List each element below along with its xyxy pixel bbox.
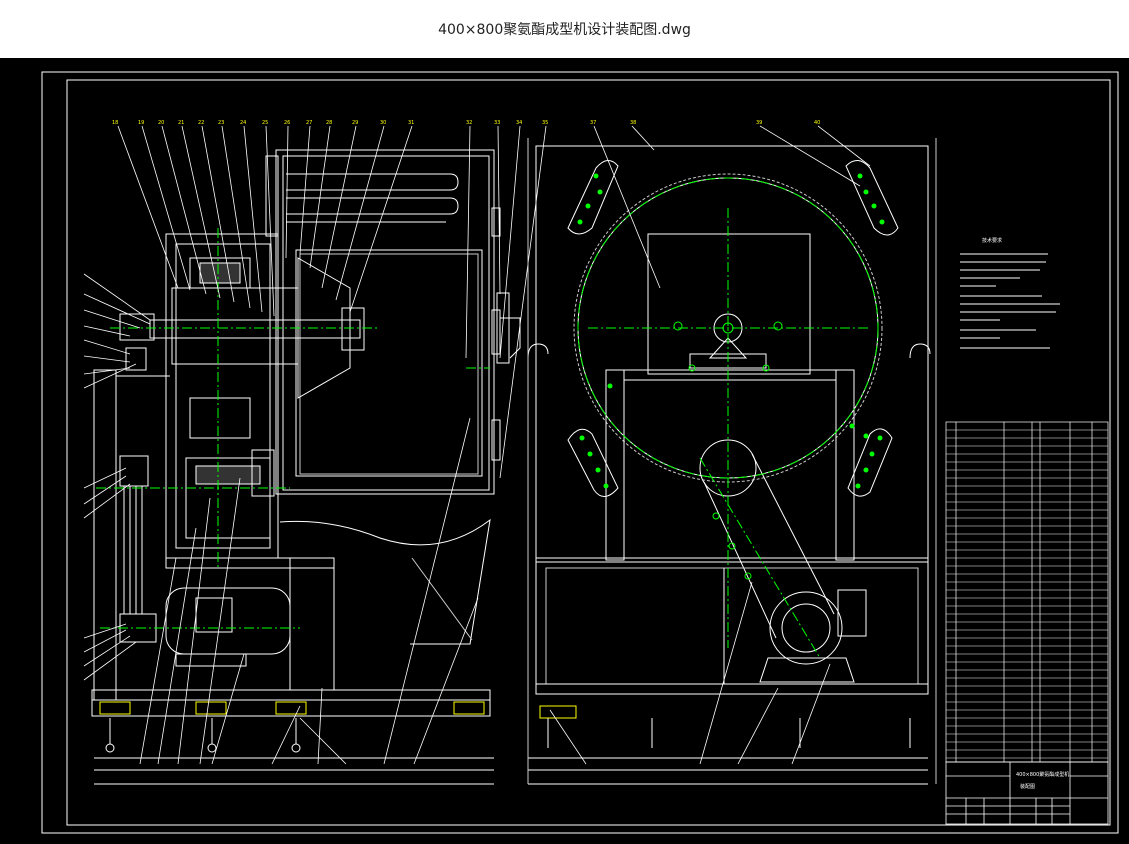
svg-text:37: 37 — [590, 120, 596, 126]
svg-text:26: 26 — [284, 120, 290, 126]
tech-requirements: 技术要求 — [960, 237, 1060, 349]
side-elevation-view — [500, 138, 937, 785]
svg-text:39: 39 — [756, 120, 762, 126]
svg-text:40: 40 — [814, 120, 820, 126]
svg-text:31: 31 — [408, 120, 414, 126]
right-balloons: 37 38 39 40 — [590, 120, 820, 126]
svg-text:32: 32 — [466, 120, 472, 126]
svg-text:35: 35 — [542, 120, 548, 126]
svg-text:20: 20 — [158, 120, 164, 126]
cad-drawing: 18 19 20 21 22 23 24 25 26 27 28 29 30 31 32 33 34 35 — [41, 71, 1119, 834]
tech-req-title: 技术要求 — [982, 237, 1002, 244]
svg-text:24: 24 — [240, 120, 246, 126]
svg-text:22: 22 — [198, 120, 204, 126]
svg-text:25: 25 — [262, 120, 268, 126]
svg-text:18: 18 — [112, 120, 118, 126]
dwg-canvas[interactable]: 18 19 20 21 22 23 24 25 26 27 28 29 30 31 32 33 34 35 — [0, 58, 1129, 844]
svg-text:38: 38 — [630, 120, 636, 126]
viewer-header: 400×800聚氨酯成型机设计装配图.dwg — [0, 0, 1129, 58]
svg-text:28: 28 — [326, 120, 332, 126]
svg-text:30: 30 — [380, 120, 386, 126]
mounting-lobes — [577, 177, 879, 659]
svg-text:21: 21 — [178, 120, 184, 126]
file-title: 400×800聚氨酯成型机设计装配图.dwg — [438, 22, 691, 38]
outer-frame — [41, 71, 1119, 834]
svg-text:29: 29 — [352, 120, 358, 126]
title-block-name: 400×800聚氨酯成型机 — [1016, 771, 1069, 778]
anchor-bolts — [105, 718, 911, 753]
svg-text:19: 19 — [138, 120, 144, 126]
parts-list-rows — [946, 429, 1108, 759]
svg-text:33: 33 — [494, 120, 500, 126]
left-balloons-top: 18 19 20 21 22 23 24 25 26 27 28 29 30 31 32 33 34 35 — [112, 120, 548, 126]
title-block-sub: 装配图 — [1020, 783, 1035, 790]
parts-list — [945, 421, 1109, 763]
svg-text:27: 27 — [306, 120, 312, 126]
svg-text:23: 23 — [218, 120, 224, 126]
svg-text:34: 34 — [516, 120, 522, 126]
left-leaders-bottom — [139, 417, 479, 765]
